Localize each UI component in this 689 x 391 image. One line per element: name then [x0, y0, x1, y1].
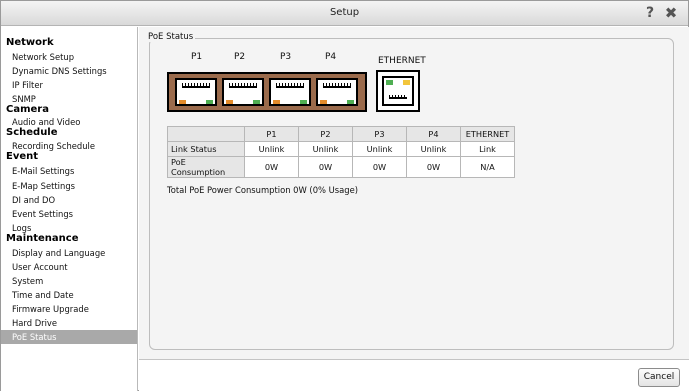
table-header-p4: P4 [406, 126, 461, 142]
port-label-p3: P3 [280, 52, 292, 62]
table-cell: Link [460, 141, 515, 157]
port-p2-icon [222, 78, 264, 106]
port-label-p4: P4 [325, 52, 337, 62]
ethernet-port-icon [376, 70, 420, 112]
table-cell: 0W [406, 156, 461, 178]
table-header-p2: P2 [298, 126, 353, 142]
table-cell: Unlink [244, 141, 299, 157]
port-p1-icon [175, 78, 217, 106]
title-bar: Setup ? ✖ [1, 1, 688, 26]
sidebar-section-network: Network [6, 37, 54, 48]
table-header-blank [167, 126, 245, 142]
cancel-button[interactable]: Cancel [638, 368, 680, 387]
table-row: PoE Consumption 0W 0W 0W 0W N/A [167, 156, 515, 178]
sidebar-item-network-setup[interactable]: Network Setup [1, 50, 137, 64]
sidebar: Network Network Setup Dynamic DNS Settin… [1, 27, 138, 391]
poe-port-panel [167, 72, 367, 112]
sidebar-section-camera: Camera [6, 104, 49, 115]
close-icon[interactable]: ✖ [663, 5, 679, 21]
table-header-p3: P3 [352, 126, 407, 142]
sidebar-item-display-and-language[interactable]: Display and Language [1, 246, 137, 260]
table-cell: 0W [244, 156, 299, 178]
port-p4-icon [316, 78, 358, 106]
row-label-poe-consumption: PoE Consumption [167, 156, 245, 178]
question-icon[interactable]: ? [642, 5, 658, 21]
sidebar-item-email-settings[interactable]: E-Mail Settings [1, 164, 137, 178]
sidebar-item-event-settings[interactable]: Event Settings [1, 207, 137, 221]
sidebar-item-time-and-date[interactable]: Time and Date [1, 288, 137, 302]
table-cell: Unlink [298, 141, 353, 157]
sidebar-section-schedule: Schedule [6, 127, 58, 138]
port-label-p2: P2 [234, 52, 246, 62]
row-label-link-status: Link Status [167, 141, 245, 157]
sidebar-section-maintenance: Maintenance [6, 233, 79, 244]
table-header-p1: P1 [244, 126, 299, 142]
table-cell: 0W [298, 156, 353, 178]
table-cell: N/A [460, 156, 515, 178]
window-title: Setup [329, 7, 360, 18]
sidebar-item-firmware-upgrade[interactable]: Firmware Upgrade [1, 302, 137, 316]
table-row: Link Status Unlink Unlink Unlink Unlink … [167, 141, 515, 157]
ethernet-label: ETHERNET [378, 56, 426, 66]
table-header-row: P1 P2 P3 P4 ETHERNET [167, 126, 515, 142]
setup-window: Setup ? ✖ Network Network Setup Dynamic … [0, 0, 689, 391]
sidebar-item-poe-status[interactable]: PoE Status [1, 330, 137, 344]
port-label-p1: P1 [191, 52, 203, 62]
total-poe-consumption: Total PoE Power Consumption 0W (0% Usage… [167, 185, 359, 195]
table-cell: 0W [352, 156, 407, 178]
sidebar-item-system[interactable]: System [1, 274, 137, 288]
table-cell: Unlink [406, 141, 461, 157]
sidebar-item-ip-filter[interactable]: IP Filter [1, 78, 137, 92]
sidebar-section-event: Event [6, 151, 39, 162]
sidebar-item-dynamic-dns-settings[interactable]: Dynamic DNS Settings [1, 64, 137, 78]
sidebar-item-emap-settings[interactable]: E-Map Settings [1, 179, 137, 193]
footer-bar: Cancel [139, 359, 689, 391]
sidebar-item-hard-drive[interactable]: Hard Drive [1, 316, 137, 330]
table-header-ethernet: ETHERNET [460, 126, 515, 142]
sidebar-item-di-and-do[interactable]: DI and DO [1, 193, 137, 207]
sidebar-item-user-account[interactable]: User Account [1, 260, 137, 274]
poe-status-legend: PoE Status [146, 32, 196, 42]
table-cell: Unlink [352, 141, 407, 157]
poe-status-table: P1 P2 P3 P4 ETHERNET Link Status Unlink … [167, 126, 515, 178]
port-p3-icon [269, 78, 311, 106]
